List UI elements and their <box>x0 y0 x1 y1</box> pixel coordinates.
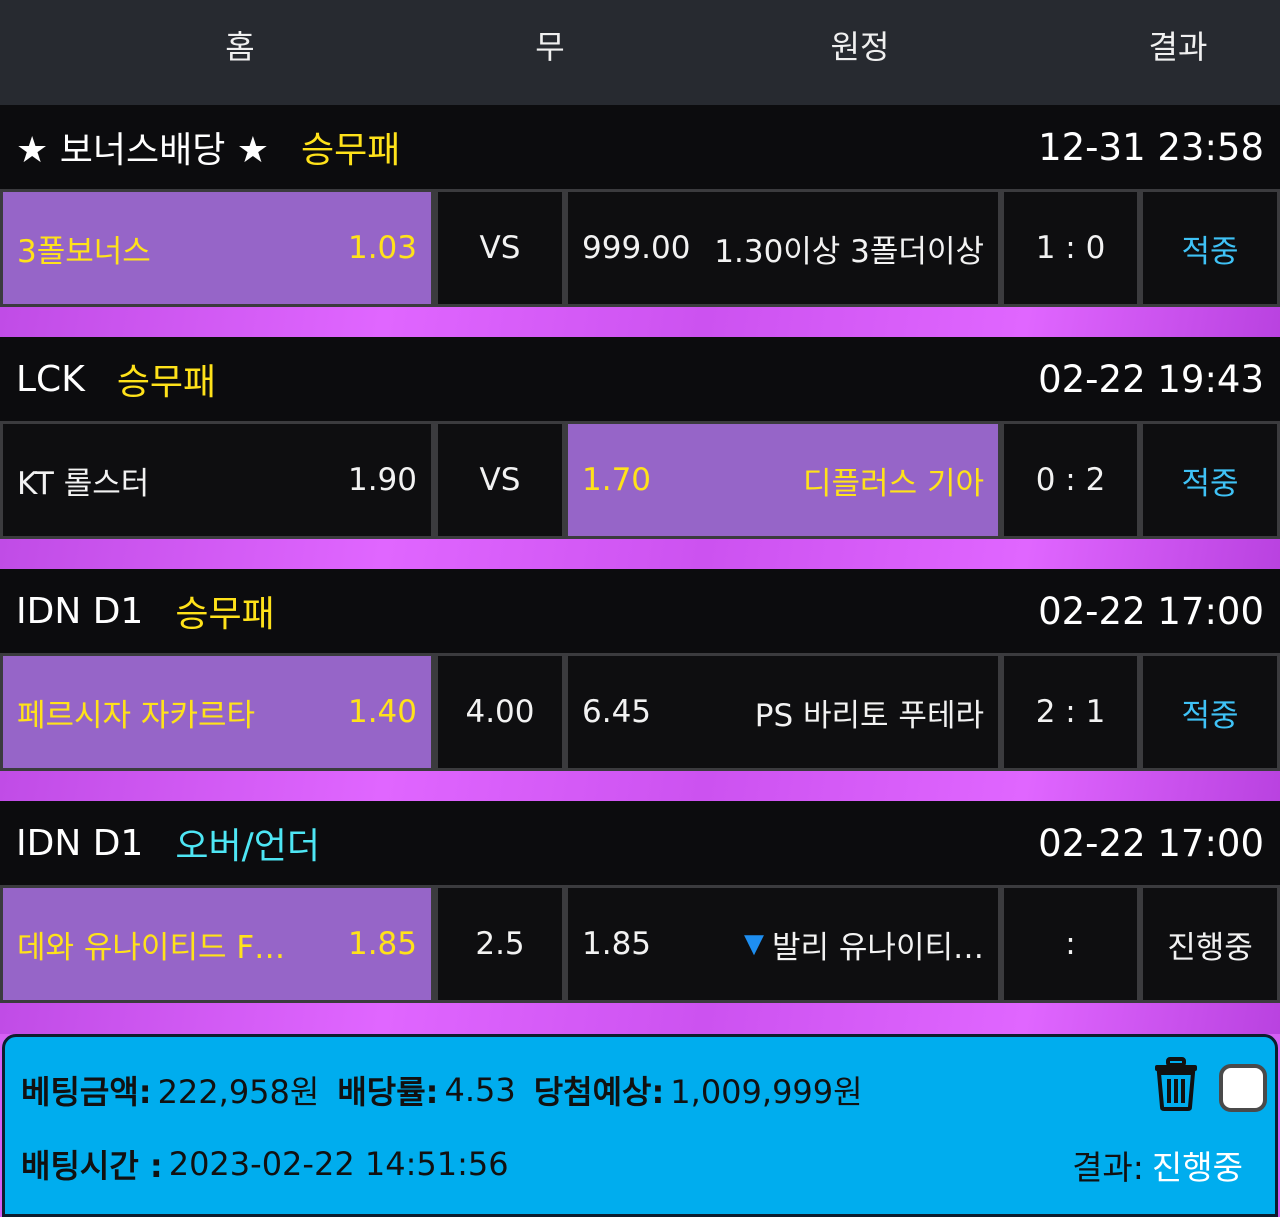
score-cell: 2 : 1 <box>1004 656 1137 768</box>
match-time: 02-22 17:00 <box>1038 821 1264 865</box>
divider-stripe <box>0 539 1280 569</box>
result-status: 적중 <box>1181 697 1239 734</box>
divider-stripe <box>0 307 1280 337</box>
score: : <box>1065 926 1076 962</box>
result-cell: 적중 <box>1143 656 1277 768</box>
match-group-title: IDN D1 승무패 02-22 17:00 <box>0 569 1280 653</box>
home-odds: 1.90 <box>347 462 417 498</box>
home-odds: 1.85 <box>347 926 417 962</box>
header-away: 원정 <box>830 28 890 66</box>
match-row: 3폴보너스 1.03 VS 999.00 1.30이상 3폴더이상 1 : 0 … <box>0 189 1280 307</box>
result-cell: 진행중 <box>1143 888 1277 1000</box>
divider-stripe <box>0 1003 1280 1034</box>
home-team: 데와 유나이티드 F… <box>17 929 286 966</box>
draw-value: VS <box>479 230 521 266</box>
draw-cell[interactable]: VS <box>438 424 562 536</box>
bet-summary-line: 베팅금액: 222,958원 배당률: 4.53 당첨예상: 1,009,999… <box>21 1067 881 1113</box>
market-type: 승무패 <box>175 594 275 635</box>
draw-value: 4.00 <box>465 694 535 730</box>
away-team: 발리 유나이티… <box>772 929 984 966</box>
expected-label: 당첨예상: <box>533 1073 665 1111</box>
match-time: 02-22 17:00 <box>1038 589 1264 633</box>
bet-result-label: 결과: <box>1072 1148 1144 1187</box>
away-odds-cell[interactable]: 999.00 1.30이상 3폴더이상 <box>568 192 998 304</box>
away-team: PS 바리토 푸테라 <box>754 697 984 734</box>
score-cell: : <box>1004 888 1137 1000</box>
bet-summary-panel: 베팅금액: 222,958원 배당률: 4.53 당첨예상: 1,009,999… <box>2 1034 1278 1217</box>
market-type: 오버/언더 <box>175 826 320 867</box>
down-triangle-icon: ▼ <box>744 929 765 959</box>
away-odds-cell[interactable]: 1.70 디플러스 기아 <box>568 424 998 536</box>
away-odds: 1.70 <box>582 462 652 498</box>
divider-stripe <box>0 771 1280 801</box>
home-team: KT 롤스터 <box>17 465 150 502</box>
expected-payout: 1,009,999원 <box>670 1073 863 1111</box>
draw-cell[interactable]: VS <box>438 192 562 304</box>
home-odds-cell[interactable]: 3폴보너스 1.03 <box>3 192 431 304</box>
bet-amount: 222,958원 <box>157 1073 320 1111</box>
bet-result: 결과: 진행중 <box>1072 1141 1243 1189</box>
result-cell: 적중 <box>1143 424 1277 536</box>
match-group-title: ★ 보너스배당 ★ 승무패 12-31 23:58 <box>0 105 1280 189</box>
match-time: 12-31 23:58 <box>1038 125 1264 169</box>
header-draw: 무 <box>535 28 565 66</box>
score-cell: 1 : 0 <box>1004 192 1137 304</box>
home-odds: 1.40 <box>347 694 417 730</box>
bet-amount-label: 베팅금액: <box>21 1073 152 1111</box>
result-status: 적중 <box>1181 233 1239 270</box>
trash-icon[interactable] <box>1153 1057 1199 1111</box>
draw-value: VS <box>479 462 521 498</box>
select-checkbox[interactable] <box>1219 1064 1267 1112</box>
total-odds: 4.53 <box>444 1071 516 1109</box>
away-odds-cell[interactable]: 1.85 ▼ 발리 유나이티… <box>568 888 998 1000</box>
result-status: 진행중 <box>1167 929 1253 966</box>
score: 1 : 0 <box>1035 230 1106 266</box>
home-odds-cell[interactable]: 페르시자 자카르타 1.40 <box>3 656 431 768</box>
score: 2 : 1 <box>1035 694 1106 730</box>
match-time: 02-22 19:43 <box>1038 357 1264 401</box>
match-row: KT 롤스터 1.90 VS 1.70 디플러스 기아 0 : 2 적중 <box>0 421 1280 539</box>
match-group-title: IDN D1 오버/언더 02-22 17:00 <box>0 801 1280 885</box>
league-name: ★ 보너스배당 ★ <box>16 130 270 171</box>
handicap-value: 2.5 <box>475 926 525 962</box>
table-header: 홈 무 원정 결과 <box>0 0 1280 105</box>
odds-label: 배당률: <box>337 1073 439 1111</box>
match-row: 데와 유나이티드 F… 1.85 2.5 1.85 ▼ 발리 유나이티… : 진… <box>0 885 1280 1003</box>
result-cell: 적중 <box>1143 192 1277 304</box>
bet-result-value: 진행중 <box>1151 1148 1243 1187</box>
match-group-title: LCK 승무패 02-22 19:43 <box>0 337 1280 421</box>
away-odds: 6.45 <box>582 694 652 730</box>
away-odds-cell[interactable]: 6.45 PS 바리토 푸테라 <box>568 656 998 768</box>
home-team: 페르시자 자카르타 <box>17 697 256 734</box>
market-type: 승무패 <box>301 130 401 171</box>
match-row: 페르시자 자카르타 1.40 4.00 6.45 PS 바리토 푸테라 2 : … <box>0 653 1280 771</box>
handicap-cell[interactable]: 2.5 <box>438 888 562 1000</box>
bet-time: 2023-02-22 14:51:56 <box>168 1145 509 1183</box>
away-team: 디플러스 기아 <box>803 465 984 502</box>
bet-time-line: 배팅시간 : 2023-02-22 14:51:56 <box>21 1141 527 1187</box>
result-status: 적중 <box>1181 465 1239 502</box>
market-type: 승무패 <box>116 362 217 403</box>
league-name: IDN D1 <box>16 822 144 864</box>
score-cell: 0 : 2 <box>1004 424 1137 536</box>
score: 0 : 2 <box>1035 462 1106 498</box>
home-odds: 1.03 <box>347 230 417 266</box>
away-team: 1.30이상 3폴더이상 <box>714 233 984 270</box>
league-name: IDN D1 <box>16 590 144 632</box>
header-result: 결과 <box>1148 28 1208 66</box>
home-odds-cell[interactable]: 데와 유나이티드 F… 1.85 <box>3 888 431 1000</box>
header-home: 홈 <box>225 28 255 66</box>
bet-time-label: 배팅시간 : <box>21 1147 163 1185</box>
home-odds-cell[interactable]: KT 롤스터 1.90 <box>3 424 431 536</box>
away-odds: 999.00 <box>582 230 691 266</box>
away-odds: 1.85 <box>582 926 652 962</box>
league-name: LCK <box>16 358 85 400</box>
draw-cell[interactable]: 4.00 <box>438 656 562 768</box>
home-team: 3폴보너스 <box>17 233 151 270</box>
